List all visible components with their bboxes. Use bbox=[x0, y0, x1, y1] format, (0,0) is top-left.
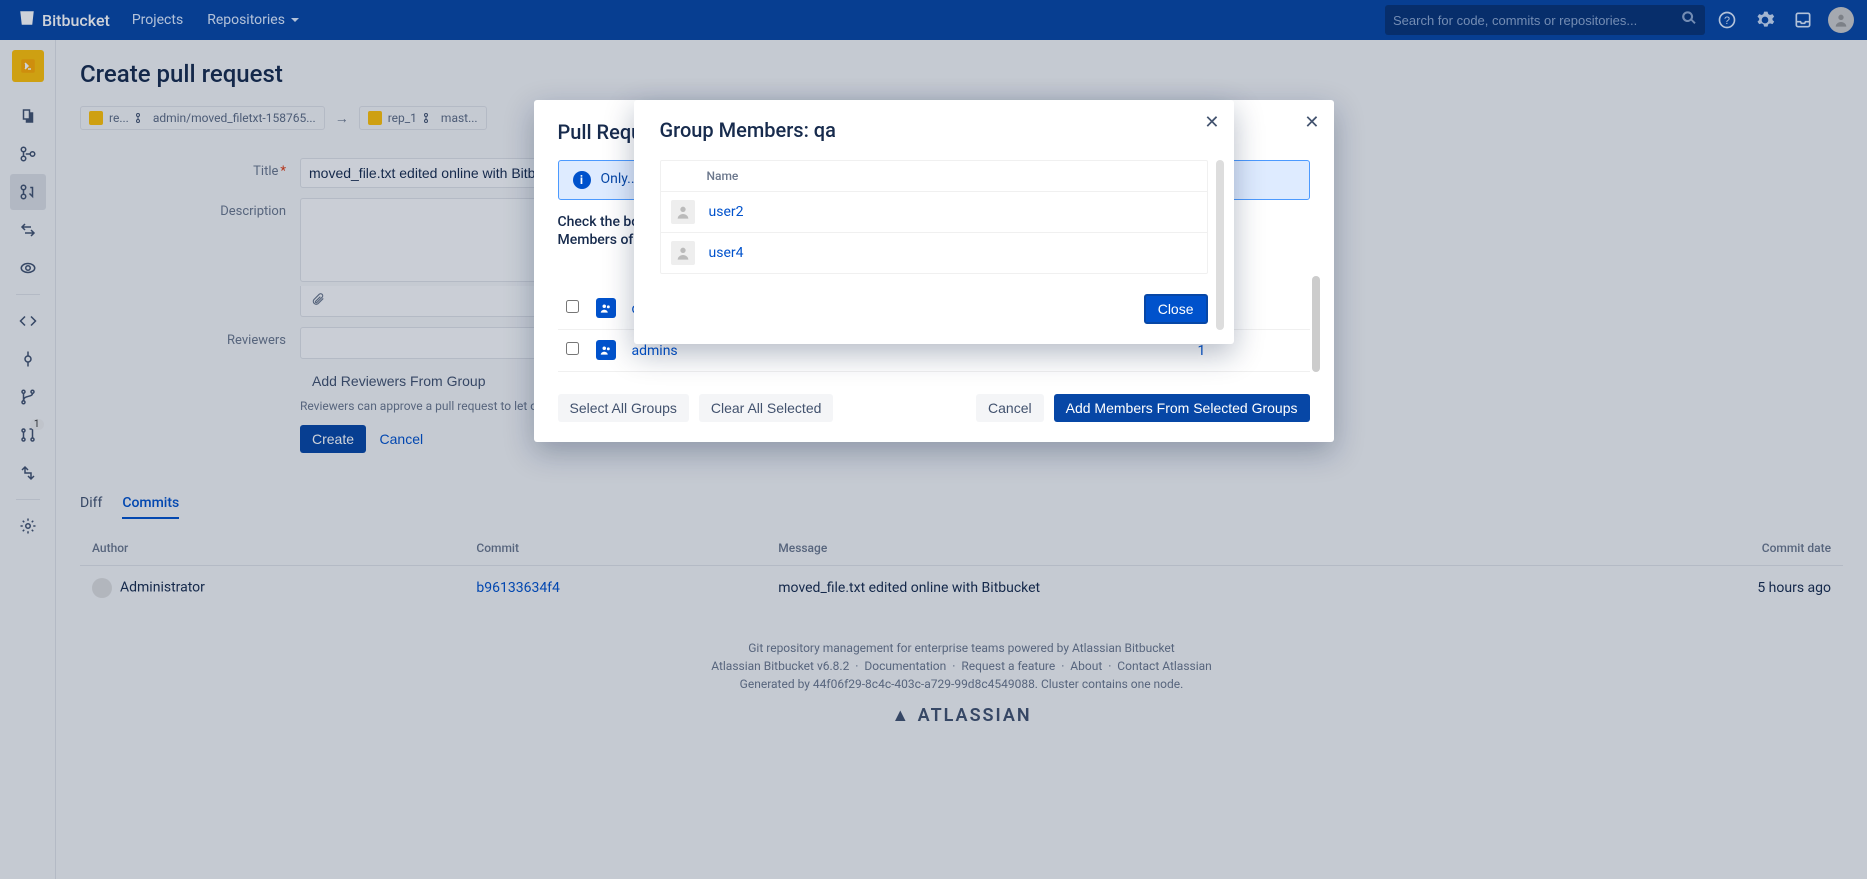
group-dialog-footer: Select All Groups Clear All Selected Can… bbox=[558, 394, 1310, 422]
member-link[interactable]: user2 bbox=[709, 204, 744, 220]
group-name-link[interactable]: admins bbox=[632, 343, 678, 359]
members-col-name: Name bbox=[661, 161, 1207, 191]
avatar-icon bbox=[671, 200, 695, 224]
group-members-dialog: ✕ Group Members: qa Name user2 user4 Clo… bbox=[634, 100, 1234, 344]
group-checkbox[interactable] bbox=[566, 342, 579, 355]
members-close-button[interactable]: Close bbox=[1144, 294, 1208, 324]
select-all-button[interactable]: Select All Groups bbox=[558, 394, 689, 422]
member-link[interactable]: user4 bbox=[709, 245, 744, 261]
group-count-link[interactable]: 1 bbox=[1198, 343, 1206, 359]
avatar-icon bbox=[671, 241, 695, 265]
list-item: user2 bbox=[661, 191, 1207, 232]
list-item: user4 bbox=[661, 232, 1207, 273]
members-list: Name user2 user4 bbox=[660, 160, 1208, 274]
group-icon bbox=[596, 340, 616, 360]
scrollbar[interactable] bbox=[1216, 160, 1224, 330]
close-icon[interactable]: ✕ bbox=[1304, 112, 1319, 133]
members-dialog-title: Group Members: qa bbox=[660, 118, 1208, 142]
scrollbar[interactable] bbox=[1312, 276, 1320, 372]
clear-all-button[interactable]: Clear All Selected bbox=[699, 394, 834, 422]
group-cancel-button[interactable]: Cancel bbox=[976, 394, 1044, 422]
group-checkbox[interactable] bbox=[566, 300, 579, 313]
group-icon bbox=[596, 298, 616, 318]
close-icon[interactable]: ✕ bbox=[1204, 112, 1219, 133]
add-members-button[interactable]: Add Members From Selected Groups bbox=[1054, 394, 1310, 422]
info-icon: i bbox=[573, 171, 591, 189]
